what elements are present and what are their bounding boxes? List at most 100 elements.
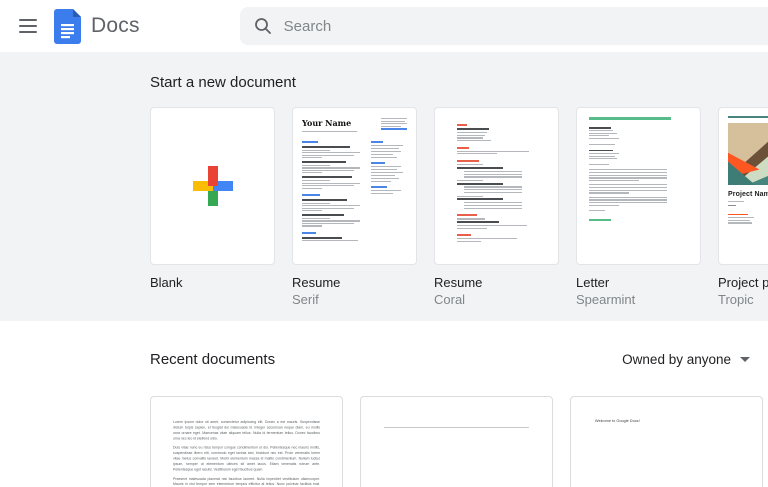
preview-line	[464, 205, 522, 206]
template-blank-card[interactable]	[150, 107, 275, 265]
template-resume-coral-card[interactable]	[434, 107, 559, 265]
preview-line	[302, 183, 360, 184]
doc-preview: Welcome to Google Docs!	[571, 397, 762, 426]
preview-line	[371, 166, 401, 167]
search-input[interactable]	[284, 18, 702, 35]
template-row: Blank Your Name Resume Serif Resume Cora…	[150, 107, 768, 307]
app-name: Docs	[91, 14, 140, 38]
preview-line	[457, 124, 467, 126]
preview-line	[371, 181, 391, 182]
preview-block	[302, 137, 407, 242]
preview-line	[302, 155, 354, 156]
preview-block: Your Name	[302, 118, 357, 132]
preview-line	[457, 140, 491, 141]
preview-line	[302, 223, 354, 224]
template-subtitle	[150, 292, 275, 307]
preview-line	[371, 162, 385, 164]
preview-line	[457, 137, 483, 138]
template-resume-serif-card[interactable]: Your Name	[292, 107, 417, 265]
preview-line	[457, 147, 469, 149]
template-project-tropic-card[interactable]: Project Name	[718, 107, 768, 265]
preview-line	[589, 164, 609, 165]
preview-line	[457, 214, 477, 216]
preview-line	[589, 219, 611, 221]
preview-block	[728, 123, 768, 185]
preview-line	[457, 234, 471, 236]
preview-line	[302, 141, 318, 143]
preview-line	[371, 190, 401, 191]
search-bar[interactable]	[240, 7, 768, 45]
preview-name: Your Name	[302, 118, 357, 128]
recent-doc-card-2[interactable]	[360, 396, 553, 487]
preview-line	[371, 193, 393, 194]
preview-line	[589, 127, 611, 129]
template-title: Project proposal	[718, 275, 768, 290]
preview-line	[589, 144, 615, 145]
preview-line	[302, 161, 346, 163]
preview-line	[464, 202, 522, 203]
preview-line	[302, 210, 322, 211]
preview-line	[589, 199, 667, 200]
preview-name: Project Name	[728, 191, 768, 198]
recent-doc-card-1[interactable]: Lorem ipsum dolor sit amet, consectetur …	[150, 396, 343, 487]
template-title: Letter	[576, 275, 701, 290]
preview-line	[457, 151, 529, 152]
preview-line	[464, 171, 522, 172]
template-subtitle: Coral	[434, 292, 559, 307]
preview-line	[302, 157, 322, 158]
preview-line	[302, 240, 358, 241]
preview-line	[371, 169, 397, 170]
preview-line	[589, 197, 667, 198]
owner-filter-label: Owned by anyone	[622, 352, 731, 367]
preview-line	[589, 158, 617, 159]
doc-paragraph: Duis vitae nunc eu risus tempor congue c…	[173, 446, 320, 473]
preview-line	[457, 228, 487, 229]
preview-line	[589, 117, 671, 120]
preview-line	[371, 148, 399, 149]
preview-line	[302, 203, 330, 204]
preview-line	[381, 121, 405, 122]
template-project-tropic: Project Name Project proposal Tropic	[718, 107, 768, 307]
plus-icon	[193, 166, 233, 206]
preview-line	[302, 208, 354, 209]
top-bar: Docs	[0, 0, 768, 52]
preview-line	[589, 135, 609, 136]
preview-line	[589, 138, 619, 139]
menu-icon[interactable]	[8, 6, 48, 46]
preview-line	[589, 133, 617, 134]
owner-filter-dropdown[interactable]: Owned by anyone	[622, 352, 764, 367]
preview-line	[464, 186, 522, 187]
preview-line	[302, 152, 360, 153]
preview-line	[728, 214, 748, 216]
preview-line	[589, 177, 667, 178]
preview-line	[381, 128, 407, 129]
preview-line	[371, 157, 397, 158]
doc-preview: Lorem ipsum dolor sit amet, consectetur …	[151, 397, 342, 487]
preview-line	[457, 180, 483, 181]
preview-line	[371, 151, 401, 152]
preview-line	[589, 192, 629, 193]
template-title: Resume	[434, 275, 559, 290]
template-letter-spearmint-card[interactable]	[576, 107, 701, 265]
preview-line	[302, 131, 357, 132]
template-gallery-section: Start a new document Blank Your Name Res…	[0, 52, 768, 321]
preview-line	[464, 174, 522, 175]
doc-horizontal-rule	[384, 427, 529, 428]
preview-line	[457, 218, 485, 219]
preview-line	[302, 180, 330, 181]
preview-line	[371, 141, 383, 143]
recent-doc-card-3[interactable]: Welcome to Google Docs!	[570, 396, 763, 487]
preview-line	[589, 172, 667, 173]
preview-line	[464, 208, 522, 209]
preview-line	[728, 217, 754, 218]
preview-line	[728, 201, 744, 202]
preview-line	[457, 167, 503, 169]
preview-line	[302, 150, 330, 151]
preview-block: Your Name	[302, 118, 407, 132]
docs-logo-icon[interactable]	[54, 9, 81, 44]
preview-line	[302, 146, 350, 148]
template-subtitle: Spearmint	[576, 292, 701, 307]
preview-line	[589, 202, 667, 203]
recent-header: Recent documents Owned by anyone	[150, 351, 764, 368]
preview-line	[464, 176, 522, 177]
